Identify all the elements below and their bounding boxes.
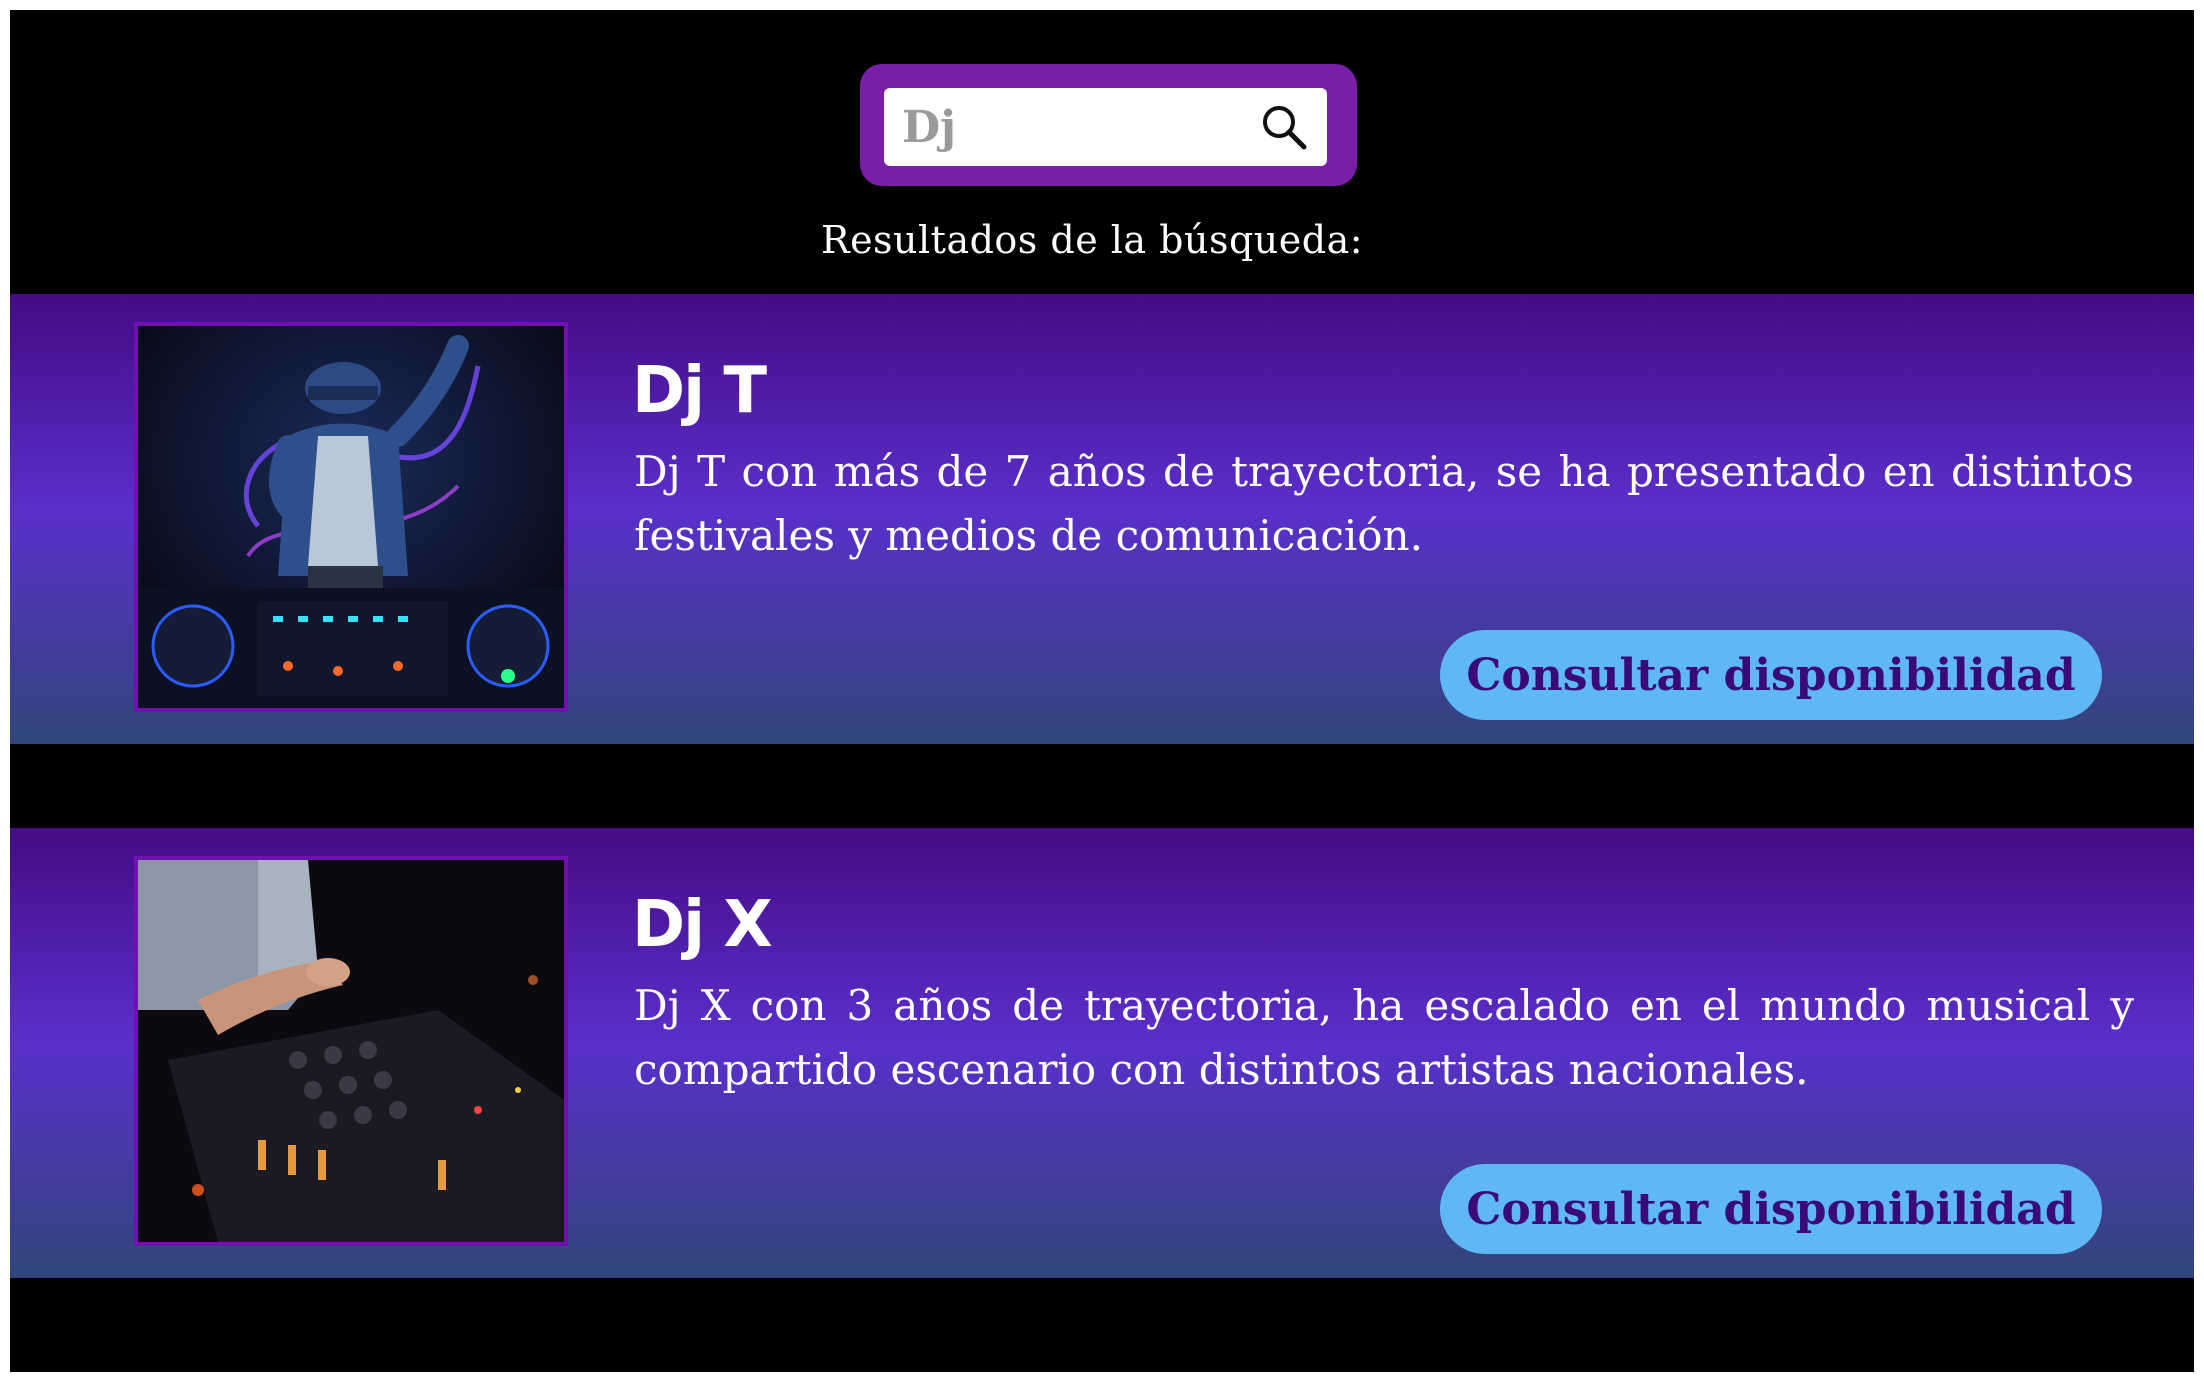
search-bar bbox=[860, 64, 1357, 186]
result-description: Dj X con 3 años de trayectoria, ha escal… bbox=[634, 981, 2134, 1094]
dj-dancing-photo bbox=[134, 322, 568, 712]
search-box bbox=[884, 88, 1327, 166]
result-card: Dj T Dj T con más de 7 años de trayector… bbox=[10, 294, 2194, 744]
results-heading: Resultados de la búsqueda: bbox=[820, 218, 1364, 262]
search-input[interactable] bbox=[884, 88, 1244, 166]
result-title: Dj T bbox=[632, 354, 767, 428]
result-title: Dj X bbox=[632, 888, 773, 962]
dj-mixer-photo bbox=[134, 856, 568, 1246]
result-card: Dj X Dj X con 3 años de trayectoria, ha … bbox=[10, 828, 2194, 1278]
app-frame: Resultados de la búsqueda: bbox=[10, 10, 2194, 1372]
check-availability-button[interactable]: Consultar disponibilidad bbox=[1440, 630, 2102, 720]
result-description: Dj T con más de 7 años de trayectoria, s… bbox=[634, 447, 2134, 560]
check-availability-button[interactable]: Consultar disponibilidad bbox=[1440, 1164, 2102, 1254]
search-icon[interactable] bbox=[1258, 101, 1310, 153]
